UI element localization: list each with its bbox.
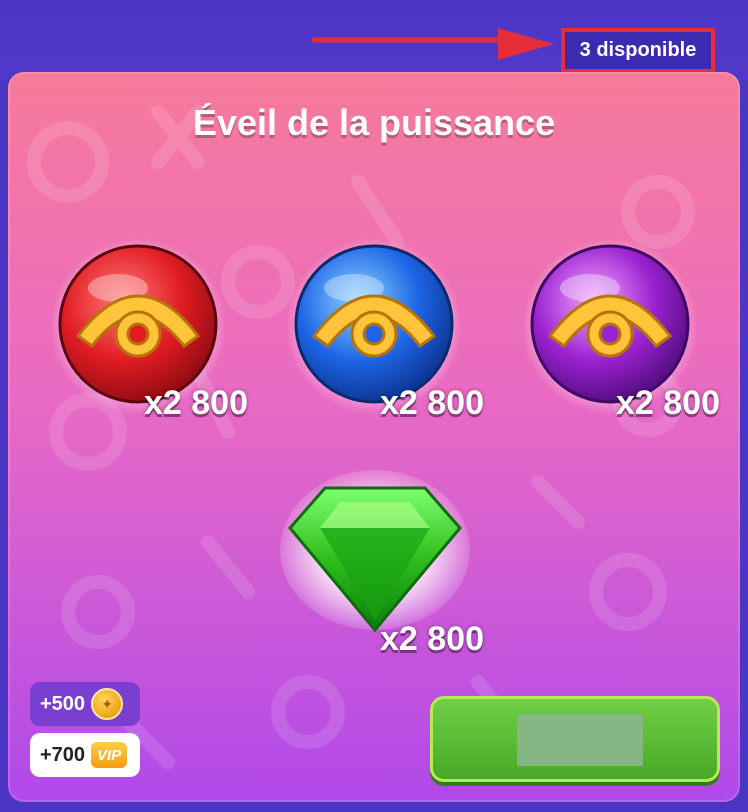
- claim-button-label: [517, 714, 643, 766]
- bonus-vip-value: +700: [40, 743, 86, 766]
- reward-amount-gem: x2 800: [380, 620, 484, 658]
- vip-icon: VIP: [91, 742, 128, 768]
- green-gem-icon: [280, 470, 470, 633]
- reward-amount-red: x2 800: [144, 384, 248, 422]
- gift-coin-icon: ✦: [91, 688, 124, 720]
- claim-button[interactable]: [430, 696, 720, 782]
- bonus-vip: +700 VIP: [30, 733, 140, 777]
- bonus-coins: +500 ✦: [30, 682, 140, 726]
- reward-amount-blue: x2 800: [380, 384, 484, 422]
- arrow-pointer-icon: [311, 28, 554, 60]
- modal-title: Éveil de la puissance: [192, 102, 556, 143]
- available-count-badge: 3 disponible: [561, 28, 715, 73]
- reward-amount-purple: x2 800: [616, 384, 720, 422]
- bonus-coins-value: +500: [40, 692, 86, 715]
